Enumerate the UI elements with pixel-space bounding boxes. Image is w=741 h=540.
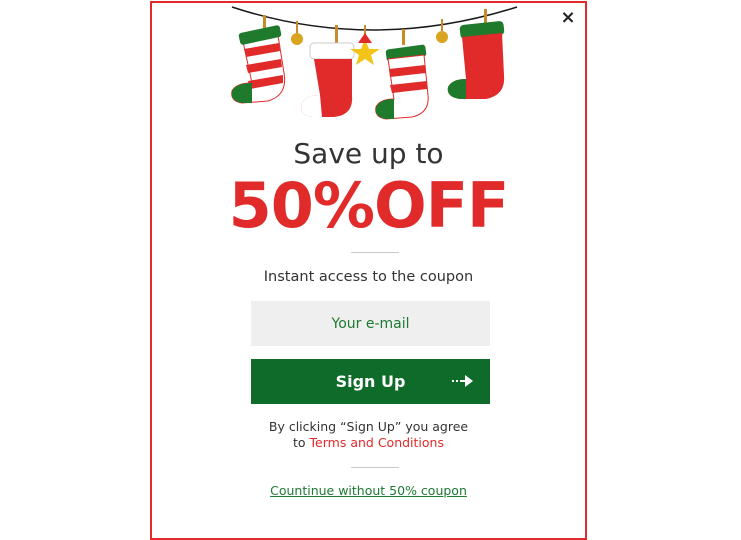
continue-label: Countinue without 50% coupon: [270, 483, 467, 498]
divider: [351, 252, 399, 253]
subtitle: Instant access to the coupon: [263, 269, 474, 285]
discount-offer: 50%OFF: [228, 169, 510, 242]
sign-up-button[interactable]: Sign Up: [251, 359, 490, 404]
bell-icon: [436, 19, 448, 43]
arrow-right-icon: [452, 375, 473, 387]
star-icon: [350, 25, 380, 65]
headline: Save up to: [293, 137, 444, 170]
continue-without-coupon-link[interactable]: Countinue without 50% coupon: [152, 483, 585, 498]
stocking-icon: [375, 29, 429, 120]
email-field[interactable]: [251, 301, 490, 346]
terms-link[interactable]: Terms and Conditions: [310, 435, 444, 450]
terms-line: to Terms and Conditions: [152, 435, 585, 451]
terms-to: to: [293, 435, 310, 450]
divider: [351, 467, 399, 468]
sign-up-label: Sign Up: [335, 372, 406, 391]
stocking-icon: [231, 15, 286, 104]
terms-notice: By clicking “Sign Up” you agree to Terms…: [152, 419, 585, 451]
coupon-popup: × Save up to 50%OFF Instant access to th…: [150, 1, 587, 540]
terms-prefix: By clicking “Sign Up” you agree: [268, 419, 469, 434]
christmas-stockings-garland: [231, 6, 518, 120]
stocking-icon: [301, 25, 355, 117]
close-icon[interactable]: ×: [559, 9, 577, 27]
